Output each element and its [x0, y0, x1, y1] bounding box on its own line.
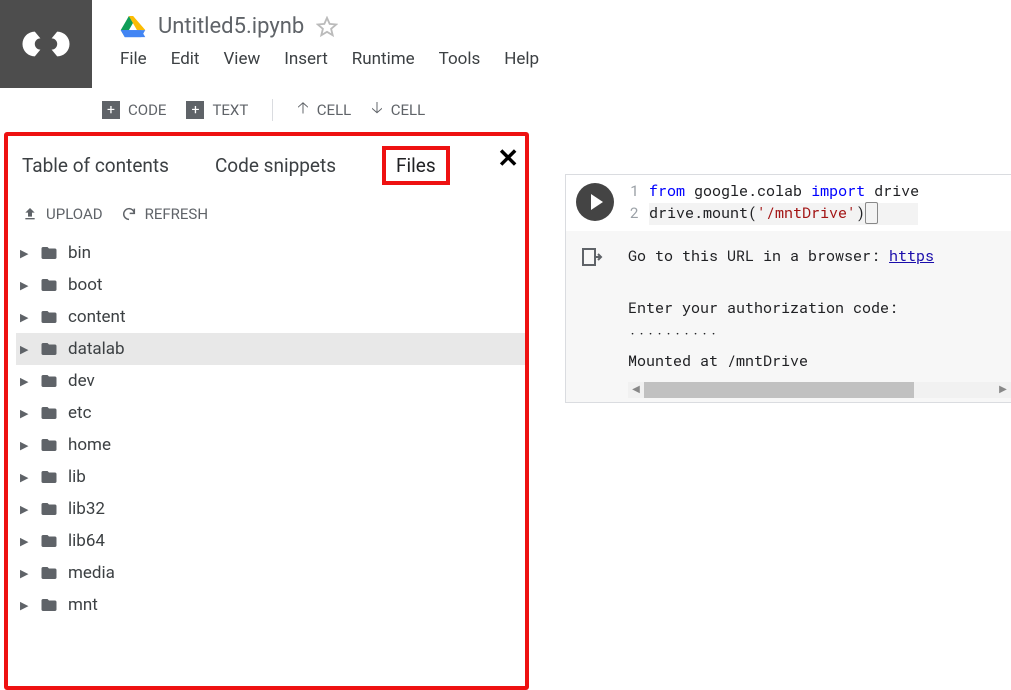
cell-down-button[interactable]: 🡣 CELL [365, 95, 431, 126]
file-actions: UPLOAD REFRESH [8, 199, 525, 235]
tab-toc[interactable]: Table of contents [22, 154, 169, 177]
folder-icon [38, 532, 60, 550]
folder-icon [38, 404, 60, 422]
plus-icon: + [102, 101, 120, 119]
tree-item-etc[interactable]: ▶ etc [16, 397, 525, 429]
cell-output: Go to this URL in a browser: https Enter… [566, 231, 1011, 402]
notebook-area: 12 from google.colab import drive drive.… [529, 132, 1011, 690]
expand-arrow-icon[interactable]: ▶ [20, 279, 30, 292]
code-editor[interactable]: from google.colab import drive drive.mou… [649, 181, 919, 225]
workspace: Table of contents Code snippets Files ✕ … [0, 132, 1011, 690]
app-header: Untitled5.ipynb File Edit View Insert Ru… [0, 0, 1011, 88]
plus-icon: + [186, 101, 204, 119]
tree-item-label: boot [68, 275, 103, 295]
toolbar: + CODE + TEXT 🡡 CELL 🡣 CELL [0, 88, 1011, 132]
tree-item-mnt[interactable]: ▶ mnt [16, 589, 525, 621]
tree-item-lib64[interactable]: ▶ lib64 [16, 525, 525, 557]
menu-tools[interactable]: Tools [439, 49, 481, 69]
expand-arrow-icon[interactable]: ▶ [20, 439, 30, 452]
tree-item-lib[interactable]: ▶ lib [16, 461, 525, 493]
expand-arrow-icon[interactable]: ▶ [20, 343, 30, 356]
expand-arrow-icon[interactable]: ▶ [20, 375, 30, 388]
menu-runtime[interactable]: Runtime [352, 49, 415, 69]
toolbar-separator [272, 99, 273, 121]
folder-icon [38, 308, 60, 326]
add-text-button[interactable]: + TEXT [180, 99, 254, 121]
tree-item-label: dev [68, 371, 95, 391]
expand-arrow-icon[interactable]: ▶ [20, 247, 30, 260]
output-text: Go to this URL in a browser: https Enter… [628, 243, 1011, 374]
folder-icon [38, 596, 60, 614]
upload-icon [22, 206, 38, 222]
arrow-up-icon: 🡡 [297, 97, 309, 124]
tree-item-label: content [68, 307, 126, 327]
tree-item-media[interactable]: ▶ media [16, 557, 525, 589]
play-icon [591, 194, 603, 210]
tab-files[interactable]: Files [382, 146, 450, 185]
menu-view[interactable]: View [223, 49, 260, 69]
expand-arrow-icon[interactable]: ▶ [20, 599, 30, 612]
tab-snippets[interactable]: Code snippets [215, 154, 336, 177]
cell-up-button[interactable]: 🡡 CELL [291, 95, 357, 126]
tree-item-label: lib64 [68, 531, 105, 551]
star-icon[interactable] [316, 16, 338, 38]
tree-item-content[interactable]: ▶ content [16, 301, 525, 333]
tree-item-bin[interactable]: ▶ bin [16, 237, 525, 269]
folder-icon [38, 564, 60, 582]
menu-file[interactable]: File [120, 49, 147, 69]
expand-arrow-icon[interactable]: ▶ [20, 535, 30, 548]
add-code-button[interactable]: + CODE [96, 99, 172, 121]
tree-item-dev[interactable]: ▶ dev [16, 365, 525, 397]
expand-arrow-icon[interactable]: ▶ [20, 567, 30, 580]
tree-item-label: lib32 [68, 499, 105, 519]
run-cell-button[interactable] [576, 183, 614, 221]
side-panel: Table of contents Code snippets Files ✕ … [4, 132, 529, 690]
folder-icon [38, 372, 60, 390]
output-h-scrollbar[interactable]: ◀▶ [628, 382, 1011, 398]
menu-edit[interactable]: Edit [171, 49, 200, 69]
tree-item-label: home [68, 435, 111, 455]
tree-item-home[interactable]: ▶ home [16, 429, 525, 461]
tree-item-label: etc [68, 403, 91, 423]
tree-item-label: mnt [68, 595, 98, 615]
folder-icon [38, 276, 60, 294]
expand-arrow-icon[interactable]: ▶ [20, 407, 30, 420]
colab-logo[interactable] [0, 0, 92, 88]
refresh-button[interactable]: REFRESH [121, 205, 208, 223]
tree-item-label: bin [68, 243, 91, 263]
document-title[interactable]: Untitled5.ipynb [158, 14, 304, 39]
expand-arrow-icon[interactable]: ▶ [20, 503, 30, 516]
auth-url-link[interactable]: https [889, 246, 934, 266]
tree-item-boot[interactable]: ▶ boot [16, 269, 525, 301]
panel-tabs: Table of contents Code snippets Files ✕ [8, 136, 525, 199]
folder-icon [38, 468, 60, 486]
close-panel-button[interactable]: ✕ [497, 144, 519, 174]
folder-icon [38, 436, 60, 454]
expand-arrow-icon[interactable]: ▶ [20, 311, 30, 324]
tree-item-label: datalab [68, 339, 125, 359]
menu-bar: File Edit View Insert Runtime Tools Help [120, 49, 539, 69]
menu-insert[interactable]: Insert [284, 49, 328, 69]
upload-button[interactable]: UPLOAD [22, 205, 103, 223]
code-cell[interactable]: 12 from google.colab import drive drive.… [565, 174, 1011, 403]
folder-icon [38, 244, 60, 262]
folder-icon [38, 500, 60, 518]
colab-logo-icon [18, 26, 74, 62]
tree-item-datalab[interactable]: ▶ datalab [16, 333, 525, 365]
drive-icon [120, 16, 146, 38]
tree-item-lib32[interactable]: ▶ lib32 [16, 493, 525, 525]
file-tree[interactable]: ▶ bin ▶ boot ▶ content ▶ datalab ▶ dev ▶ etc ▶ home ▶ l… [8, 235, 525, 686]
menu-help[interactable]: Help [504, 49, 539, 69]
arrow-down-icon: 🡣 [371, 97, 383, 124]
folder-icon [38, 340, 60, 358]
tree-item-label: lib [68, 467, 86, 487]
refresh-icon [121, 206, 137, 222]
line-gutter: 12 [630, 181, 649, 225]
expand-arrow-icon[interactable]: ▶ [20, 471, 30, 484]
output-icon[interactable] [580, 245, 610, 273]
tree-item-label: media [68, 563, 115, 583]
